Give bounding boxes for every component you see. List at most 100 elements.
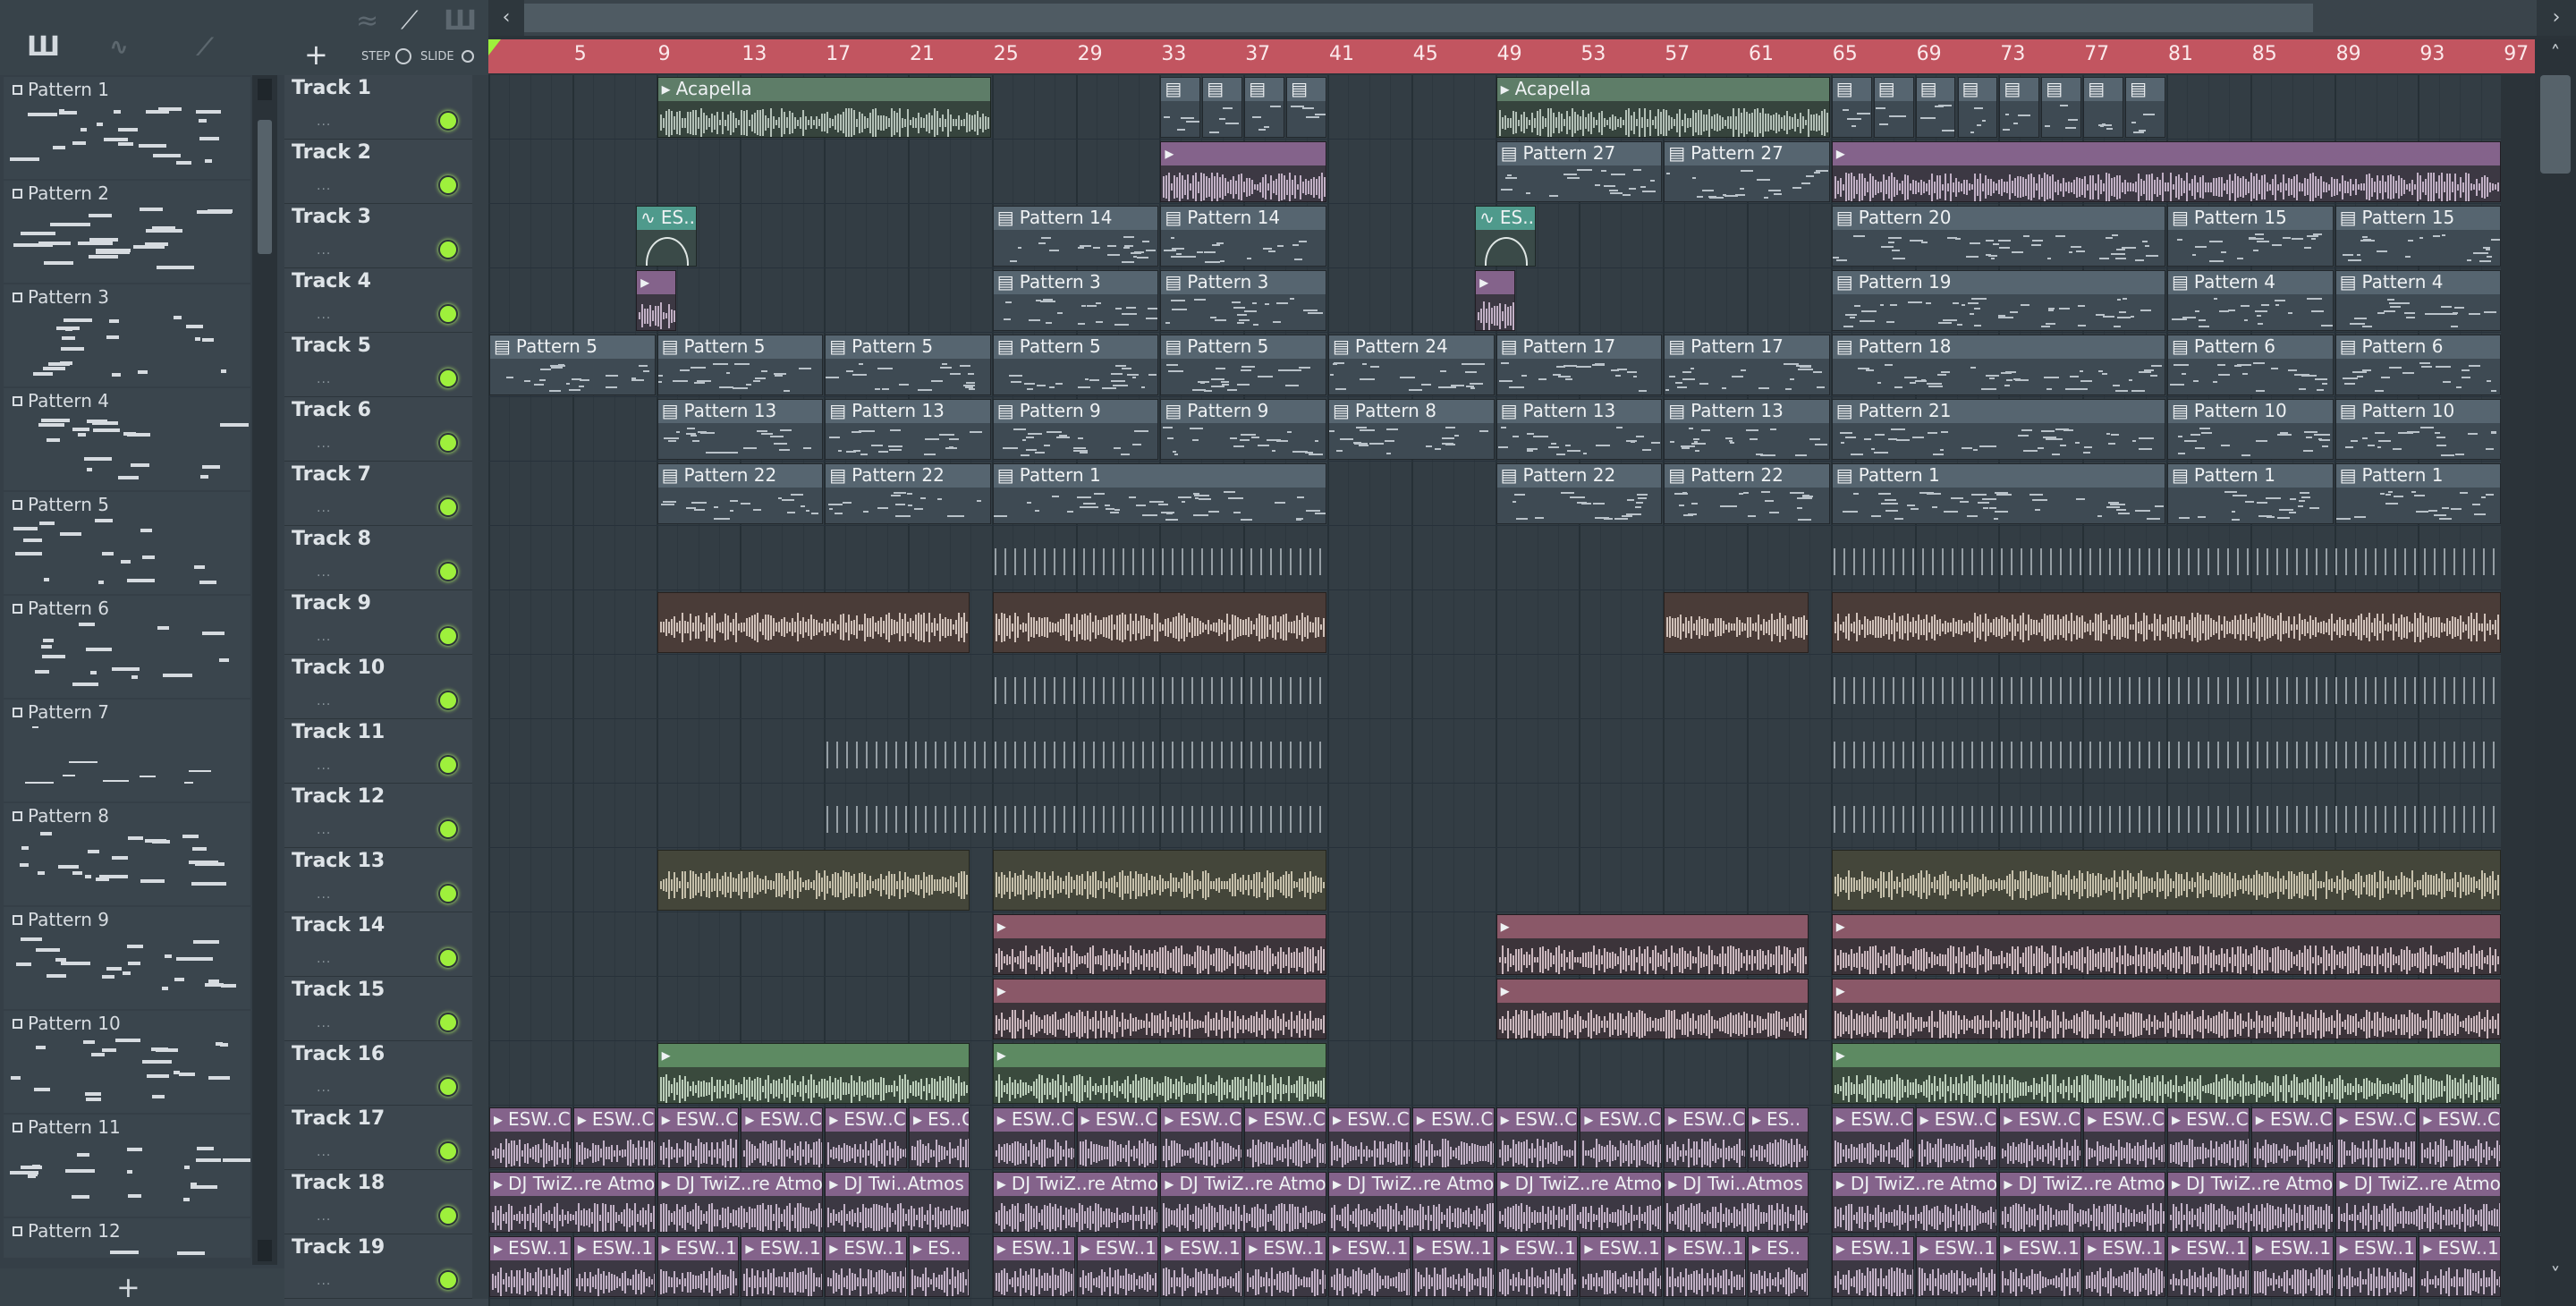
playlist-clip[interactable]: ▤ Pattern 3 <box>992 270 1159 331</box>
waveform-icon[interactable]: ∿ <box>109 36 129 59</box>
track-mute-led[interactable] <box>438 691 458 710</box>
track-options-dots[interactable]: ... <box>317 501 331 515</box>
track-mute-led[interactable] <box>438 1013 458 1032</box>
add-pattern-button[interactable]: + <box>0 1268 284 1306</box>
track-header[interactable]: Track 7... <box>284 462 488 526</box>
track-options-dots[interactable]: ... <box>317 179 331 193</box>
playlist-clip[interactable]: ▤ Pattern 22 <box>1664 463 1830 524</box>
scroll-down-icon[interactable] <box>258 1240 272 1261</box>
track-resize-grip[interactable] <box>472 268 488 333</box>
playlist-clip[interactable]: ▤ Pattern 14 <box>992 206 1159 267</box>
playlist-clip[interactable]: ▤ <box>2125 77 2165 138</box>
track-resize-grip[interactable] <box>472 333 488 397</box>
track-header[interactable]: Track 12... <box>284 784 488 848</box>
playlist-clip[interactable]: ▸ <box>1831 979 2501 1039</box>
pattern-item[interactable]: Pattern 11 <box>4 1115 250 1217</box>
track-resize-grip[interactable] <box>472 655 488 719</box>
pattern-list-scrollbar[interactable] <box>252 75 277 1265</box>
playlist-clip[interactable] <box>825 721 991 782</box>
track-header[interactable]: Track 9... <box>284 590 488 655</box>
playlist-clip[interactable]: ▤ Pattern 22 <box>825 463 991 524</box>
track-mute-led[interactable] <box>438 626 458 646</box>
track-resize-grip[interactable] <box>472 784 488 848</box>
track-options-dots[interactable]: ... <box>317 1274 331 1288</box>
playlist-clip[interactable]: ▤ Pattern 6 <box>2167 335 2334 395</box>
playlist-clip[interactable] <box>1831 592 2501 653</box>
track-mute-led[interactable] <box>438 884 458 903</box>
playlist-clip[interactable]: ▤ <box>1202 77 1243 138</box>
track-header[interactable]: Track 18... <box>284 1170 488 1234</box>
playlist-clip[interactable]: ▤ Pattern 20 <box>1831 206 2165 267</box>
playlist-clip[interactable]: ▤ Pattern 5 <box>489 335 656 395</box>
track-options-dots[interactable]: ... <box>317 952 331 966</box>
track-options-dots[interactable]: ... <box>317 372 331 386</box>
playlist-clip[interactable]: ▤ Pattern 10 <box>2167 399 2334 460</box>
playlist-clip[interactable]: ▤ Pattern 9 <box>1160 399 1326 460</box>
typing-keyboard-icon[interactable]: Ш <box>27 34 60 61</box>
track-options-dots[interactable]: ... <box>317 630 331 644</box>
track-resize-grip[interactable] <box>472 140 488 204</box>
playlist-clip[interactable]: ∿ ES.. <box>1475 206 1537 267</box>
track-options-dots[interactable]: ... <box>317 565 331 580</box>
playlist-clip[interactable]: ▤ Pattern 13 <box>1496 399 1663 460</box>
playlist-clip[interactable]: ▸ <box>992 914 1326 975</box>
track-options-dots[interactable]: ... <box>317 1016 331 1030</box>
pattern-item[interactable]: Pattern 6 <box>4 596 250 698</box>
track-mute-led[interactable] <box>438 497 458 517</box>
track-header[interactable]: Track 14... <box>284 912 488 977</box>
track-mute-led[interactable] <box>438 755 458 775</box>
playlist-clip[interactable]: ▤ Pattern 19 <box>1831 270 2165 331</box>
track-resize-grip[interactable] <box>472 719 488 784</box>
track-options-dots[interactable]: ... <box>317 1145 331 1159</box>
playlist-clip[interactable] <box>1832 721 2501 782</box>
pattern-scroll-thumb[interactable] <box>258 120 272 254</box>
playlist-clip[interactable]: ▤ Pattern 9 <box>992 399 1159 460</box>
track-options-dots[interactable]: ... <box>317 694 331 708</box>
track-options-dots[interactable]: ... <box>317 243 331 258</box>
track-header[interactable]: Track 19... <box>284 1234 488 1299</box>
playlist-clip[interactable]: ▤ <box>1160 77 1201 138</box>
track-header[interactable]: Track 13... <box>284 848 488 912</box>
track-resize-grip[interactable] <box>472 977 488 1041</box>
track-mute-led[interactable] <box>438 240 458 259</box>
playlist-clip[interactable]: ▤ Pattern 13 <box>825 399 991 460</box>
playlist-clip[interactable]: ▤ Pattern 1 <box>2167 463 2334 524</box>
playlist-clip[interactable]: ▤ Pattern 4 <box>2334 270 2501 331</box>
playlist-clip[interactable]: ▤ Pattern 22 <box>1496 463 1663 524</box>
pattern-item[interactable]: Pattern 8 <box>4 803 250 905</box>
playlist-clip[interactable]: ▤ Pattern 1 <box>1831 463 2165 524</box>
pattern-item[interactable]: Pattern 3 <box>4 284 250 386</box>
playlist-clip[interactable]: ▸ <box>1831 914 2501 975</box>
track-mute-led[interactable] <box>438 1077 458 1097</box>
playlist-clip[interactable]: ▤ Pattern 8 <box>1328 399 1495 460</box>
track-options-dots[interactable]: ... <box>317 887 331 902</box>
playlist-clip[interactable] <box>993 785 1326 846</box>
playlist-clip[interactable] <box>657 850 970 911</box>
playlist-clip[interactable]: ▤ Pattern 3 <box>1160 270 1326 331</box>
timeline-ruler[interactable]: 5 9 13 17 21 25 29 33 37 41 45 49 53 57 61 65 69 73 77 81 85… <box>488 39 2576 73</box>
playlist-clip[interactable]: ▤ Pattern 22 <box>657 463 824 524</box>
track-mute-led[interactable] <box>438 175 458 195</box>
track-mute-led[interactable] <box>438 111 458 131</box>
playlist-clip[interactable]: ▤ Pattern 27 <box>1496 141 1663 202</box>
overview-track[interactable] <box>524 4 2576 32</box>
pattern-item[interactable]: Pattern 5 <box>4 492 250 594</box>
pattern-item[interactable]: Pattern 2 <box>4 181 250 283</box>
playlist-clip[interactable]: ▤ Pattern 21 <box>1831 399 2165 460</box>
track-mute-led[interactable] <box>438 304 458 324</box>
track-resize-grip[interactable] <box>472 1170 488 1234</box>
track-options-dots[interactable]: ... <box>317 1081 331 1095</box>
playlist-clip[interactable]: ▤ <box>2041 77 2082 138</box>
track-options-dots[interactable]: ... <box>317 759 331 773</box>
keyboard-tool-icon[interactable]: Ш <box>444 5 477 37</box>
playlist-clip[interactable] <box>1832 528 2501 589</box>
pattern-item[interactable]: Pattern 7 <box>4 700 250 801</box>
playlist-clip[interactable]: ▸ Acapella <box>1496 77 1830 138</box>
slide-toggle[interactable] <box>462 50 474 63</box>
playlist-clip[interactable] <box>1832 657 2501 717</box>
track-mute-led[interactable] <box>438 1270 458 1290</box>
playlist-clip[interactable]: ▤ Pattern 17 <box>1664 335 1830 395</box>
playlist-clip[interactable]: ▤ Pattern 4 <box>2167 270 2334 331</box>
playlist-clip[interactable] <box>992 850 1326 911</box>
playlist-clip[interactable]: ▸ <box>636 270 677 331</box>
